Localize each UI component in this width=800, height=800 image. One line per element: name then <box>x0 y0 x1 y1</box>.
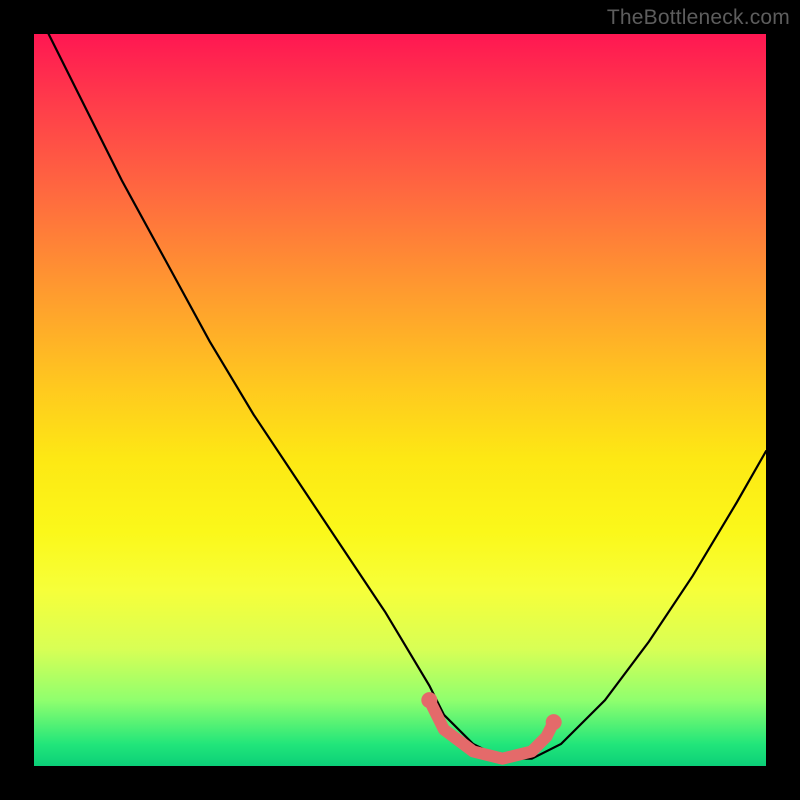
highlight-dot <box>421 692 437 708</box>
bottleneck-curve <box>34 34 766 759</box>
watermark-text: TheBottleneck.com <box>607 6 790 30</box>
highlight-segment <box>429 700 553 759</box>
chart-plot-area <box>34 34 766 766</box>
chart-svg <box>34 34 766 766</box>
highlight-dot <box>546 714 562 730</box>
